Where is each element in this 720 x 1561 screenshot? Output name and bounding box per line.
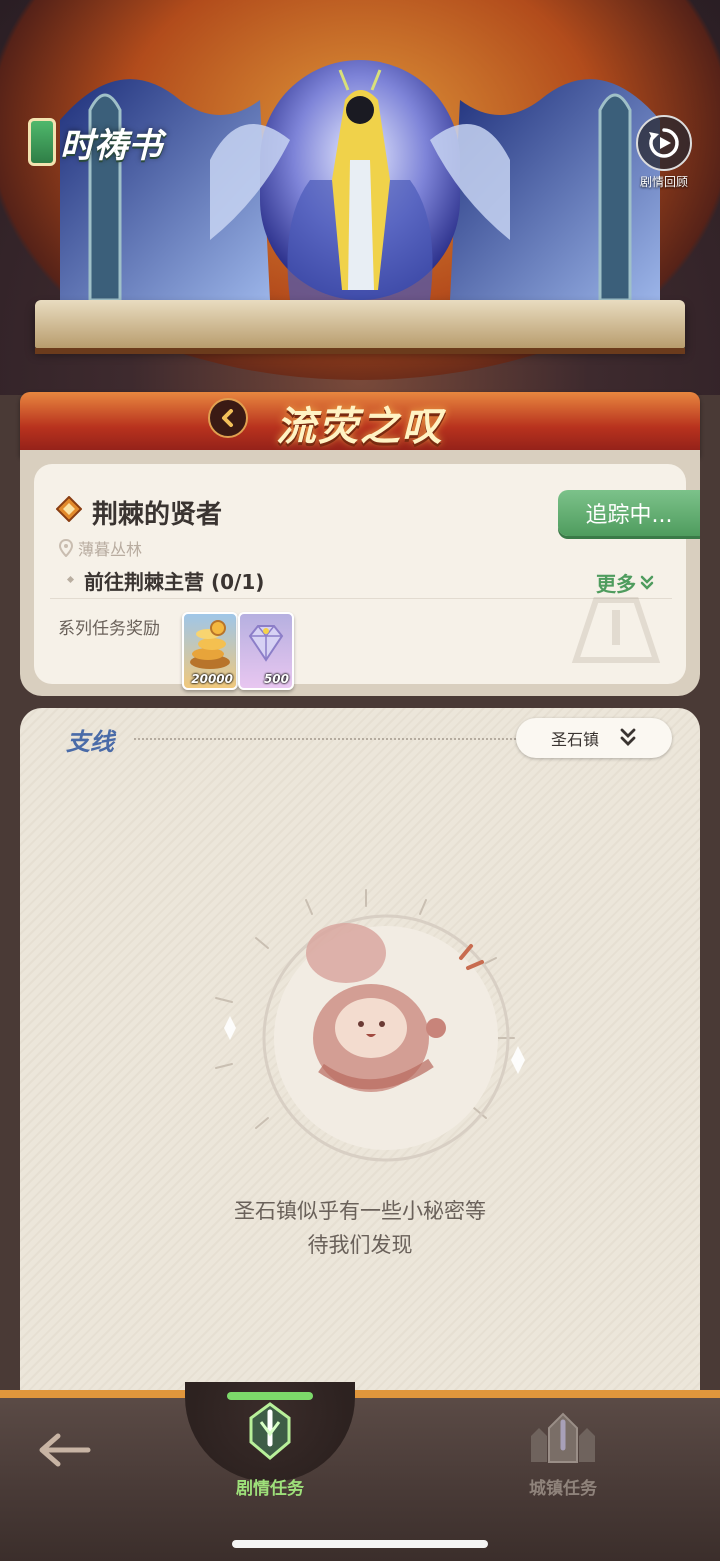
tab-story-label: 剧情任务 [236, 1479, 304, 1499]
tracking-button[interactable]: 追踪中... [558, 490, 700, 536]
story-quest-icon [249, 1402, 291, 1460]
story-replay-button[interactable]: 剧情回顾 [632, 115, 696, 190]
reward-label: 系列任务奖励 [58, 619, 160, 639]
town-quest-icon [531, 1412, 595, 1463]
tab-story-quests[interactable]: 剧情任务 [185, 1382, 355, 1520]
side-quest-title: 支线 [66, 728, 114, 756]
hero-illustration [60, 60, 660, 302]
title-divider [134, 738, 524, 740]
bottom-navigation: 剧情任务 城镇任务 [0, 1382, 720, 1561]
story-hero-banner: 时祷书 剧情回顾 [0, 0, 720, 395]
side-quest-panel: 支线 圣石镇 圣石镇似乎有一些小秘密等 待我们发现 [20, 708, 700, 1396]
replay-icon [636, 115, 692, 171]
main-quest-card: 荆棘的贤者 追踪中... 薄暮丛林 前往荆棘主营 (0/1) 更多 系列任务奖励 [20, 450, 700, 696]
main-quest-inner[interactable]: 荆棘的贤者 追踪中... 薄暮丛林 前往荆棘主营 (0/1) 更多 系列任务奖励 [34, 464, 700, 690]
tracking-label: 追踪中... [585, 503, 673, 528]
tab-active-indicator [227, 1392, 313, 1400]
empty-state-line-2: 待我们发现 [307, 1233, 413, 1257]
reward-gold-amount: 20000 [191, 672, 233, 686]
tab-town-quests[interactable]: 城镇任务 [503, 1410, 623, 1520]
reward-gold-item[interactable]: 20000 [182, 612, 238, 690]
home-indicator[interactable] [232, 1540, 488, 1548]
reward-diamond-amount: 500 [263, 672, 289, 686]
quest-location: 薄暮丛林 [58, 536, 142, 560]
app-logo: 时祷书 [22, 118, 174, 166]
logo-text: 时祷书 [60, 125, 162, 166]
bullet-icon [66, 575, 75, 584]
main-quest-title: 荆棘的贤者 [92, 500, 223, 530]
open-book-base [35, 300, 685, 354]
quest-card-watermark-icon [571, 597, 661, 663]
chapter-title: 流荧之叹 [276, 404, 444, 450]
empty-state-line-1: 圣石镇似乎有一些小秘密等 [234, 1199, 486, 1223]
quest-objective-text: 前往荆棘主营 (0/1) [84, 570, 265, 594]
tab-town-label: 城镇任务 [529, 1479, 597, 1499]
quest-location-text: 薄暮丛林 [78, 540, 143, 559]
town-filter-value: 圣石镇 [550, 730, 599, 749]
main-quest-diamond-icon [56, 496, 82, 522]
diamond-icon [248, 625, 284, 662]
empty-state-illustration [215, 889, 525, 1162]
nav-top-border [0, 1390, 720, 1398]
gold-coins-icon [190, 620, 230, 669]
town-filter-dropdown[interactable]: 圣石镇 [516, 718, 672, 758]
logo-mark-icon [28, 118, 56, 166]
double-chevron-down-icon [620, 728, 636, 746]
location-pin-icon [58, 539, 74, 557]
double-chevron-down-icon [640, 575, 654, 590]
chapter-banner: 流荧之叹 [20, 392, 700, 456]
back-arrow-icon[interactable] [36, 1430, 92, 1470]
empty-state-message: 圣石镇似乎有一些小秘密等 待我们发现 [20, 1194, 700, 1262]
replay-label: 剧情回顾 [639, 175, 688, 189]
reward-diamond-item[interactable]: 500 [238, 612, 294, 690]
